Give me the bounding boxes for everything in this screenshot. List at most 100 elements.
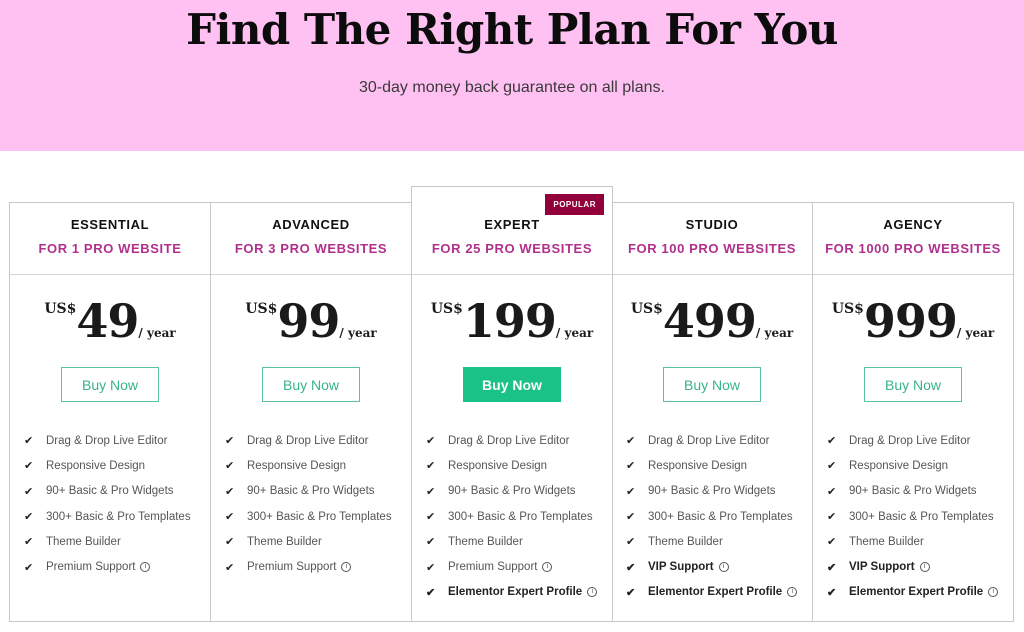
feature-item: ✔ 300+ Basic & Pro Templates — [426, 504, 606, 529]
feature-label: Theme Builder — [648, 535, 723, 548]
feature-item: ✔ Premium Support i — [24, 554, 204, 579]
feature-label: VIP Support — [849, 561, 915, 574]
feature-label: 90+ Basic & Pro Widgets — [46, 485, 174, 498]
feature-item: ✔ Responsive Design — [827, 453, 1007, 478]
info-icon[interactable]: i — [919, 562, 930, 573]
plan-header: AGENCY FOR 1000 PRO WEBSITES — [813, 203, 1013, 275]
plan-price: US$49/ year — [10, 295, 210, 347]
feature-label: Premium Support — [448, 561, 538, 574]
plan-header: ESSENTIAL FOR 1 PRO WEBSITE — [10, 203, 210, 275]
feature-item: ✔ 90+ Basic & Pro Widgets — [225, 479, 405, 504]
feature-item: ✔ Premium Support i — [225, 554, 405, 579]
feature-list: ✔ Drag & Drop Live Editor ✔ Responsive Desi… — [626, 428, 806, 605]
info-icon[interactable]: i — [140, 562, 151, 573]
feature-label: Premium Support — [46, 561, 136, 574]
feature-item: ✔ Responsive Design — [24, 453, 204, 478]
plan-name: EXPERT — [484, 217, 540, 232]
buy-now-button[interactable]: Buy Now — [864, 367, 962, 402]
plan-sites: FOR 100 PRO WEBSITES — [627, 241, 797, 256]
feature-label: Drag & Drop Live Editor — [247, 434, 369, 447]
plan-card-essential: ESSENTIAL FOR 1 PRO WEBSITE US$49/ year … — [9, 202, 211, 622]
buy-now-button[interactable]: Buy Now — [61, 367, 159, 402]
plan-sites: FOR 25 PRO WEBSITES — [431, 241, 593, 256]
check-icon: ✔ — [225, 485, 235, 498]
price-period: / year — [138, 326, 176, 340]
plan-header: STUDIO FOR 100 PRO WEBSITES — [612, 203, 812, 275]
feature-item: ✔ 300+ Basic & Pro Templates — [24, 504, 204, 529]
feature-list: ✔ Drag & Drop Live Editor ✔ Responsive Desi… — [426, 428, 606, 605]
info-icon[interactable]: i — [718, 562, 729, 573]
check-icon: ✔ — [626, 536, 636, 549]
check-icon: ✔ — [426, 460, 436, 473]
check-icon: ✔ — [24, 561, 34, 574]
feature-label: Drag & Drop Live Editor — [849, 434, 971, 447]
feature-item: ✔ Responsive Design — [225, 453, 405, 478]
feature-item: ✔ Drag & Drop Live Editor — [225, 428, 405, 453]
feature-item: ✔ Theme Builder — [24, 529, 204, 554]
check-icon: ✔ — [626, 561, 636, 574]
check-icon: ✔ — [827, 460, 837, 473]
plan-sites: FOR 3 PRO WEBSITES — [234, 241, 388, 256]
check-icon: ✔ — [626, 435, 636, 448]
price-currency: US$ — [245, 301, 278, 317]
check-icon: ✔ — [626, 485, 636, 498]
check-icon: ✔ — [24, 536, 34, 549]
feature-label: 300+ Basic & Pro Templates — [648, 510, 793, 523]
feature-label: 300+ Basic & Pro Templates — [849, 510, 994, 523]
feature-item: ✔ Drag & Drop Live Editor — [24, 428, 204, 453]
buy-now-button[interactable]: Buy Now — [663, 367, 761, 402]
feature-item: ✔ 90+ Basic & Pro Widgets — [626, 479, 806, 504]
price-amount: 99 — [277, 294, 340, 348]
feature-item: ✔ Responsive Design — [426, 453, 606, 478]
check-icon: ✔ — [426, 485, 436, 498]
feature-item: ✔ Theme Builder — [225, 529, 405, 554]
info-icon[interactable]: i — [787, 587, 798, 598]
feature-label: Elementor Expert Profile — [648, 586, 783, 599]
feature-label: 90+ Basic & Pro Widgets — [247, 485, 375, 498]
feature-item: ✔ Drag & Drop Live Editor — [827, 428, 1007, 453]
check-icon: ✔ — [827, 485, 837, 498]
plan-card-agency: AGENCY FOR 1000 PRO WEBSITES US$999/ yea… — [812, 202, 1014, 622]
price-amount: 499 — [662, 294, 757, 348]
buy-now-button[interactable]: Buy Now — [262, 367, 360, 402]
feature-label: Drag & Drop Live Editor — [46, 434, 168, 447]
buy-now-button[interactable]: Buy Now — [463, 367, 561, 402]
info-icon[interactable]: i — [341, 562, 352, 573]
info-icon[interactable]: i — [988, 587, 999, 598]
feature-label: Theme Builder — [46, 535, 121, 548]
feature-item: ✔ Elementor Expert Profile i — [827, 580, 1007, 605]
feature-label: 300+ Basic & Pro Templates — [448, 510, 593, 523]
check-icon: ✔ — [626, 511, 636, 524]
price-period: / year — [956, 326, 995, 340]
price-amount: 49 — [76, 294, 139, 348]
feature-item: ✔ Premium Support i — [426, 554, 606, 579]
plan-sites: FOR 1000 PRO WEBSITES — [825, 241, 1001, 256]
plan-name: ADVANCED — [272, 217, 350, 232]
feature-item: ✔ 90+ Basic & Pro Widgets — [827, 479, 1007, 504]
check-icon: ✔ — [426, 511, 436, 524]
info-icon[interactable]: i — [587, 587, 598, 598]
check-icon: ✔ — [225, 435, 235, 448]
price-currency: US$ — [831, 301, 864, 317]
check-icon: ✔ — [24, 460, 34, 473]
check-icon: ✔ — [426, 561, 436, 574]
feature-label: Responsive Design — [46, 459, 146, 472]
feature-item: ✔ Theme Builder — [626, 529, 806, 554]
feature-list: ✔ Drag & Drop Live Editor ✔ Responsive Desi… — [827, 428, 1007, 605]
feature-label: Responsive Design — [448, 459, 548, 472]
feature-item: ✔ 300+ Basic & Pro Templates — [827, 504, 1007, 529]
check-icon: ✔ — [225, 460, 235, 473]
check-icon: ✔ — [626, 460, 636, 473]
check-icon: ✔ — [225, 511, 235, 524]
feature-item: ✔ Elementor Expert Profile i — [426, 580, 606, 605]
check-icon: ✔ — [24, 435, 34, 448]
check-icon: ✔ — [24, 511, 34, 524]
plan-name: ESSENTIAL — [70, 217, 150, 232]
info-icon[interactable]: i — [542, 562, 553, 573]
feature-item: ✔ Drag & Drop Live Editor — [426, 428, 606, 453]
feature-label: Theme Builder — [448, 535, 523, 548]
feature-label: 90+ Basic & Pro Widgets — [849, 485, 977, 498]
feature-label: Responsive Design — [648, 459, 748, 472]
price-currency: US$ — [44, 301, 77, 317]
price-period: / year — [339, 326, 377, 340]
